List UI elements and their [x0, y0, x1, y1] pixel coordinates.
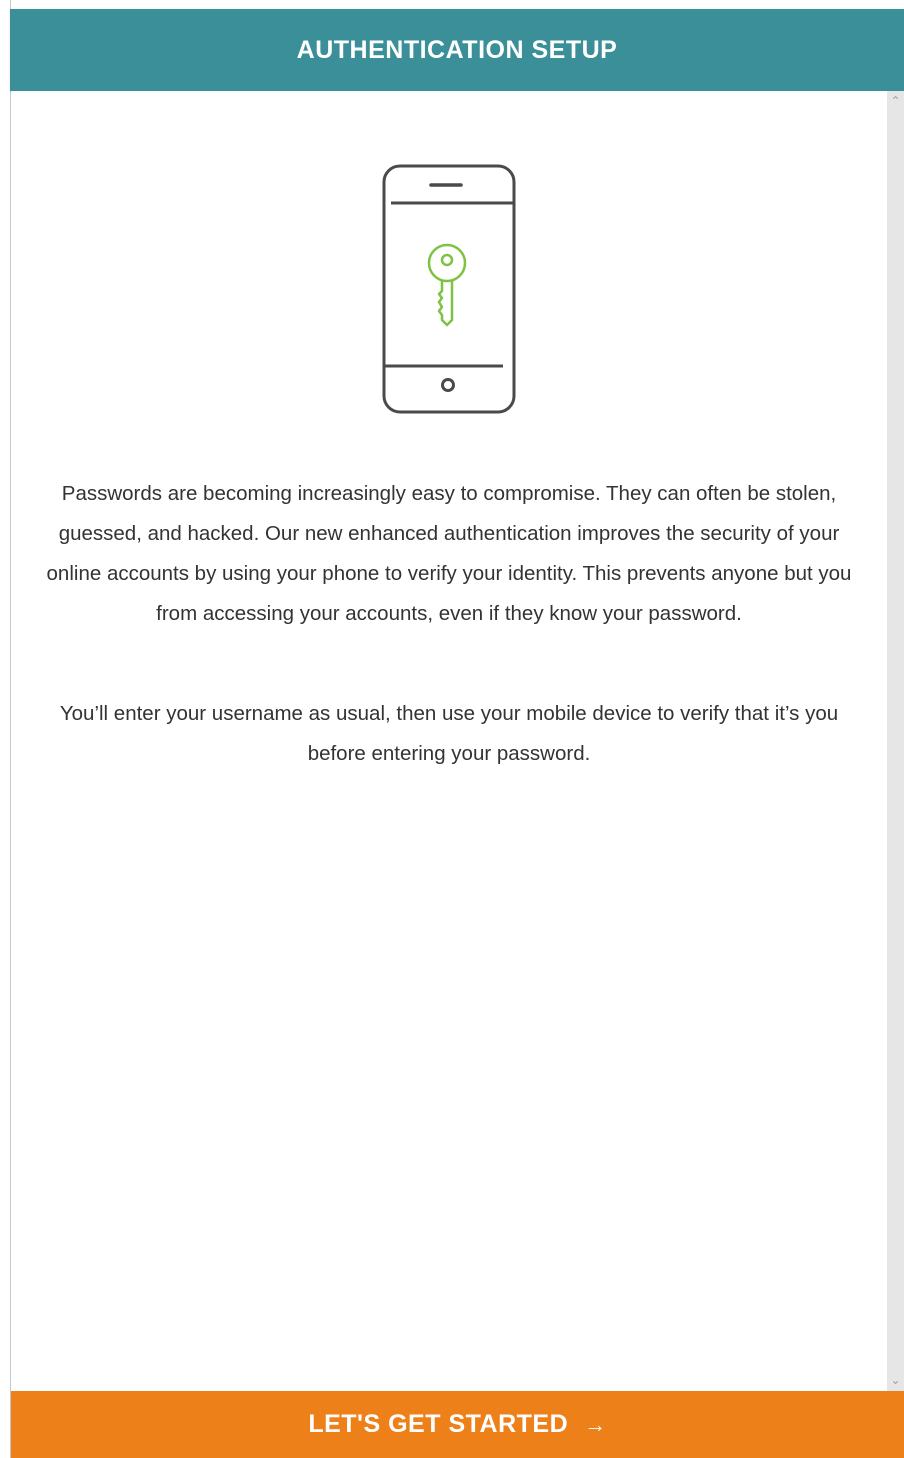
phone-with-key-icon	[381, 163, 521, 415]
intro-paragraph: Passwords are becoming increasingly easy…	[46, 482, 852, 625]
background-edge	[0, 0, 11, 1458]
get-started-label: LET'S GET STARTED	[308, 1410, 569, 1438]
instructions-paragraph: You’ll enter your username as usual, the…	[59, 702, 839, 765]
dialog-title: AUTHENTICATION SETUP	[296, 35, 618, 64]
dialog-header: AUTHENTICATION SETUP	[10, 9, 904, 91]
arrow-right-icon: →	[584, 1411, 607, 1437]
top-strip	[0, 0, 904, 9]
dialog-frame: AUTHENTICATION SETUP Passwords are becom…	[0, 0, 904, 1458]
vertical-scrollbar[interactable]: ⌃ ⌄	[887, 91, 904, 1391]
scroll-up-icon[interactable]: ⌃	[887, 93, 904, 110]
get-started-button[interactable]: LET'S GET STARTED →	[11, 1391, 904, 1458]
dialog-content: Passwords are becoming increasingly easy…	[11, 91, 887, 1391]
scroll-down-icon[interactable]: ⌄	[887, 1372, 904, 1389]
